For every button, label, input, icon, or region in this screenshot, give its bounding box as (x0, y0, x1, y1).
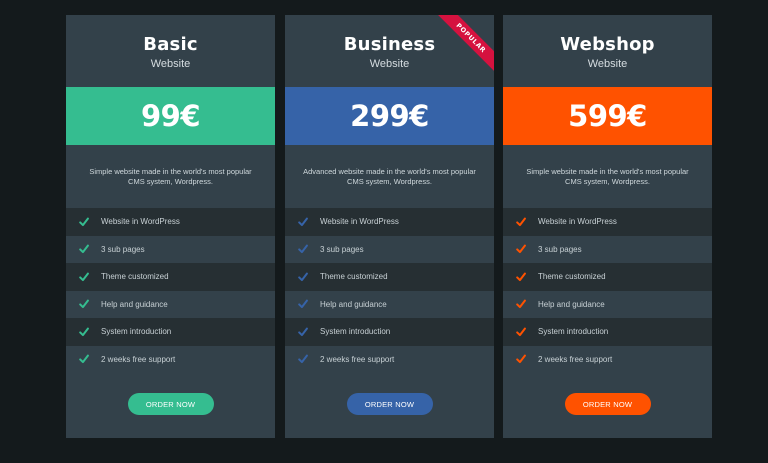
feature-label: 2 weeks free support (538, 354, 613, 364)
plan-name: Webshop (560, 34, 655, 55)
popular-ribbon-wrap: POPULAR (424, 15, 494, 85)
checkmark-icon (516, 327, 526, 337)
feature-item: Website in WordPress (285, 208, 494, 236)
checkmark-icon (298, 217, 308, 227)
feature-label: Theme customized (538, 272, 606, 282)
price-band: 99€ (66, 87, 275, 145)
checkmark-icon (298, 299, 308, 309)
feature-item: Help and guidance (66, 290, 275, 318)
plan-name: Basic (143, 34, 198, 55)
checkmark-icon (79, 217, 89, 227)
card-header: Basic Website (66, 15, 275, 87)
checkmark-icon (298, 354, 308, 364)
feature-label: Help and guidance (538, 299, 605, 309)
feature-label: 2 weeks free support (320, 354, 395, 364)
feature-label: Help and guidance (320, 299, 387, 309)
plan-description: Simple website made in the world's most … (89, 166, 252, 186)
feature-item: 2 weeks free support (285, 345, 494, 373)
order-button-wrap: ORDER NOW (66, 393, 275, 415)
feature-label: 2 weeks free support (101, 354, 176, 364)
pricing-card-webshop: Webshop Website 599€ Simple website made… (503, 15, 712, 438)
checkmark-icon (298, 244, 308, 254)
feature-item: Theme customized (66, 263, 275, 291)
checkmark-icon (79, 327, 89, 337)
checkmark-icon (79, 299, 89, 309)
feature-label: 3 sub pages (538, 244, 582, 254)
plan-price: 99€ (140, 99, 201, 133)
checkmark-icon (516, 217, 526, 227)
feature-item: Theme customized (285, 263, 494, 291)
feature-label: System introduction (101, 327, 172, 337)
feature-item: 3 sub pages (503, 235, 712, 263)
feature-label: Website in WordPress (101, 217, 180, 227)
feature-item: 2 weeks free support (503, 345, 712, 373)
feature-label: Website in WordPress (320, 217, 399, 227)
feature-item: System introduction (66, 318, 275, 346)
checkmark-icon (298, 272, 308, 282)
plan-price: 299€ (350, 99, 429, 133)
feature-item: 3 sub pages (285, 235, 494, 263)
plan-subtitle: Website (587, 58, 628, 70)
feature-item: System introduction (503, 318, 712, 346)
feature-item: 2 weeks free support (66, 345, 275, 373)
feature-list: Website in WordPress 3 sub pages Theme c… (503, 208, 712, 373)
popular-ribbon: POPULAR (434, 15, 494, 75)
feature-item: Website in WordPress (66, 208, 275, 236)
order-now-button[interactable]: ORDER NOW (346, 393, 433, 415)
checkmark-icon (516, 244, 526, 254)
feature-item: Help and guidance (503, 290, 712, 318)
plan-description: Advanced website made in the world's mos… (303, 166, 476, 186)
feature-label: System introduction (320, 327, 391, 337)
feature-label: Theme customized (320, 272, 388, 282)
order-button-wrap: ORDER NOW (285, 393, 494, 415)
checkmark-icon (298, 327, 308, 337)
checkmark-icon (516, 299, 526, 309)
feature-label: System introduction (538, 327, 609, 337)
feature-item: 3 sub pages (66, 235, 275, 263)
order-now-button[interactable]: ORDER NOW (127, 393, 214, 415)
pricing-card-basic: Basic Website 99€ Simple website made in… (66, 15, 275, 438)
checkmark-icon (79, 354, 89, 364)
plan-subtitle: Website (150, 58, 191, 70)
plan-description-area: Simple website made in the world's most … (66, 145, 275, 208)
order-button-wrap: ORDER NOW (503, 393, 712, 415)
plan-description: Simple website made in the world's most … (526, 166, 689, 186)
feature-item: System introduction (285, 318, 494, 346)
plan-price: 599€ (568, 99, 647, 133)
checkmark-icon (79, 272, 89, 282)
pricing-card-business: Business Website POPULAR 299€ Advanced w… (285, 15, 494, 438)
feature-item: Theme customized (503, 263, 712, 291)
card-header: Webshop Website (503, 15, 712, 87)
feature-label: Website in WordPress (538, 217, 617, 227)
feature-label: 3 sub pages (320, 244, 364, 254)
order-now-button[interactable]: ORDER NOW (564, 393, 651, 415)
plan-description-area: Simple website made in the world's most … (503, 145, 712, 208)
feature-item: Help and guidance (285, 290, 494, 318)
checkmark-icon (516, 354, 526, 364)
price-band: 299€ (285, 87, 494, 145)
checkmark-icon (79, 244, 89, 254)
feature-list: Website in WordPress 3 sub pages Theme c… (285, 208, 494, 373)
feature-label: 3 sub pages (101, 244, 145, 254)
checkmark-icon (516, 272, 526, 282)
price-band: 599€ (503, 87, 712, 145)
feature-label: Help and guidance (101, 299, 168, 309)
feature-item: Website in WordPress (503, 208, 712, 236)
plan-description-area: Advanced website made in the world's mos… (285, 145, 494, 208)
feature-list: Website in WordPress 3 sub pages Theme c… (66, 208, 275, 373)
feature-label: Theme customized (101, 272, 169, 282)
